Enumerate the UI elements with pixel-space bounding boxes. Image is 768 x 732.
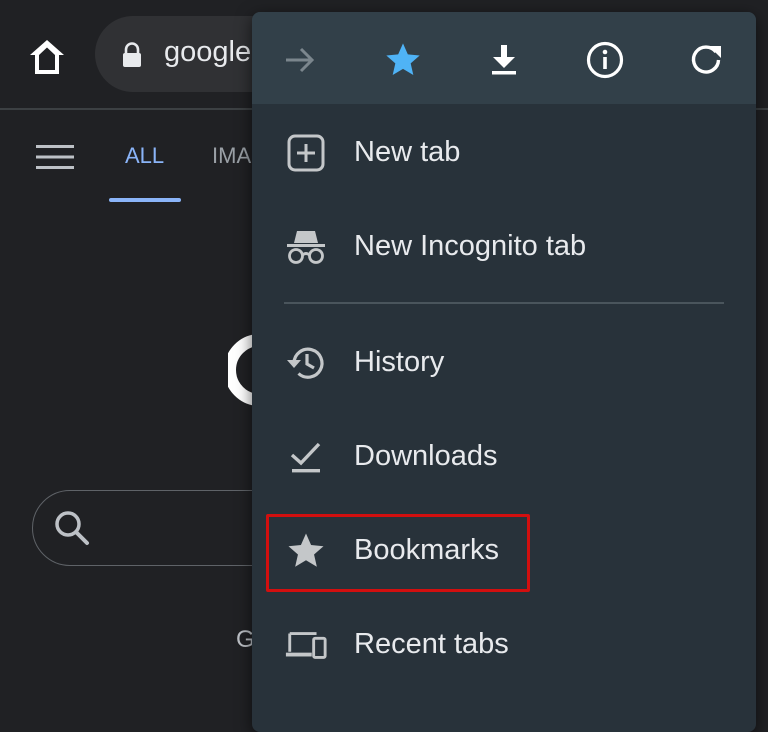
menu-item-label: Downloads (354, 440, 498, 472)
home-icon[interactable] (24, 34, 70, 80)
menu-item-label: History (354, 346, 445, 378)
menu-item-new-incognito-tab[interactable]: New Incognito tab (252, 201, 756, 293)
menu-item-downloads[interactable]: Downloads (252, 411, 756, 503)
hamburger-menu-icon[interactable] (36, 143, 74, 171)
devices-icon (284, 623, 328, 667)
highlight-box (266, 514, 530, 592)
star-icon (386, 43, 420, 75)
history-icon (284, 341, 328, 385)
menu-item-label: New tab (354, 136, 461, 168)
reload-button[interactable] (682, 36, 730, 84)
menu-item-new-tab[interactable]: New tab (252, 107, 756, 199)
incognito-icon (284, 225, 328, 269)
info-icon (586, 41, 624, 79)
url-text[interactable]: google (164, 36, 251, 69)
add-box-icon (284, 131, 328, 175)
page-info-button[interactable] (581, 36, 629, 84)
menu-item-label: New Incognito tab (354, 230, 587, 262)
tab-all[interactable]: ALL (125, 143, 164, 169)
tab-images[interactable]: IMA (212, 143, 251, 169)
menu-item-history[interactable]: History (252, 317, 756, 409)
overflow-menu: New tab New Incognito tab History Downlo… (252, 12, 756, 732)
menu-item-recent-tabs[interactable]: Recent tabs (252, 599, 756, 691)
download-done-icon (284, 435, 328, 479)
menu-item-label: Recent tabs (354, 628, 509, 660)
download-page-button[interactable] (480, 36, 528, 84)
download-icon (492, 45, 516, 75)
reload-icon (691, 45, 721, 74)
menu-divider (284, 302, 724, 304)
lock-icon (123, 42, 141, 67)
menu-toolbar (252, 12, 756, 104)
arrow-forward-icon (286, 47, 315, 73)
forward-button[interactable] (276, 36, 324, 84)
active-tab-indicator (109, 198, 181, 202)
bookmark-this-page-button[interactable] (379, 36, 427, 84)
search-icon (55, 511, 89, 545)
